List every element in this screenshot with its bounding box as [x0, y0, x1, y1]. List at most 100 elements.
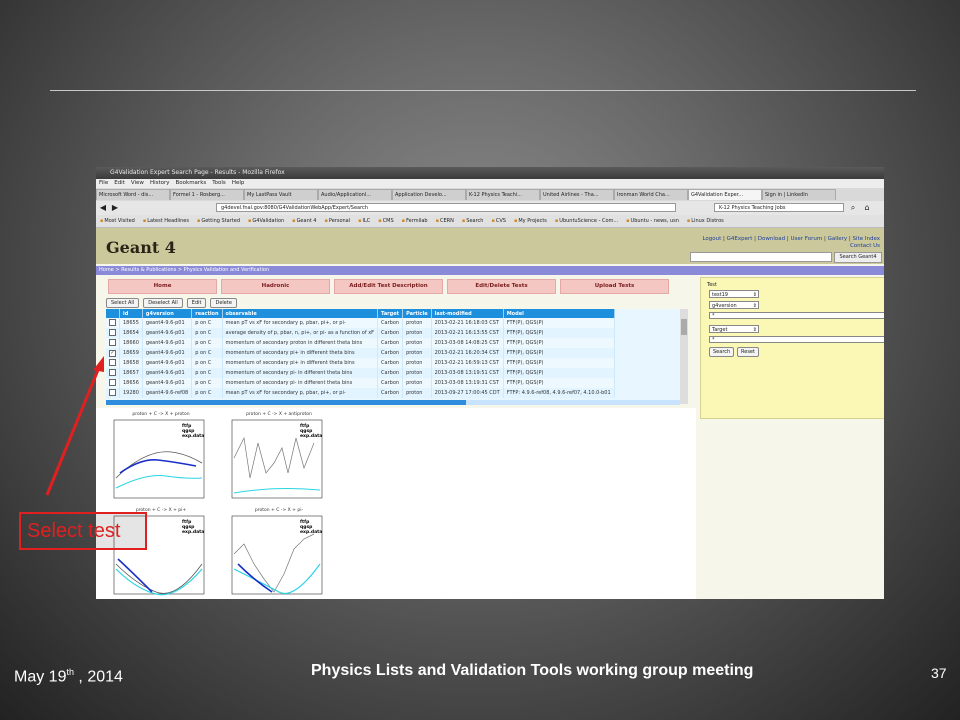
menu-item[interactable]: Help: [232, 180, 245, 186]
column-header[interactable]: last-modified: [431, 309, 504, 318]
breadcrumb[interactable]: Home > Results & Publications > Physics …: [96, 266, 884, 275]
vertical-scrollbar[interactable]: [680, 309, 688, 404]
menu-item[interactable]: File: [99, 180, 108, 186]
horizontal-scrollbar[interactable]: [106, 400, 680, 405]
bookmark-item[interactable]: Latest Headlines: [143, 218, 189, 224]
target-select[interactable]: Target: [709, 325, 759, 334]
bookmark-item[interactable]: ILC: [358, 218, 370, 224]
nav-button[interactable]: Add/Edit Test Description: [334, 279, 443, 294]
checkbox[interactable]: ✓: [109, 349, 116, 357]
browser-tab[interactable]: Sign in | LinkedIn: [762, 189, 836, 200]
top-link[interactable]: Download: [758, 236, 785, 242]
column-header[interactable]: Model: [503, 309, 615, 318]
checkbox[interactable]: [109, 338, 116, 346]
menu-item[interactable]: History: [150, 180, 170, 186]
field-select[interactable]: g4version: [709, 301, 759, 310]
row-checkbox[interactable]: ✓: [106, 348, 120, 358]
table-row[interactable]: 18657 geant4-9.6-p01 p on Cmomentum of sec…: [106, 368, 615, 378]
menu-item[interactable]: Bookmarks: [176, 180, 207, 186]
browser-tab[interactable]: Application Develo...: [392, 189, 466, 200]
bookmark-item[interactable]: Search: [462, 218, 484, 224]
nav-button[interactable]: Hadronic: [221, 279, 330, 294]
top-link[interactable]: G4Expert: [727, 236, 753, 242]
checkbox[interactable]: [109, 328, 116, 336]
bookmark-item[interactable]: UbuntuScience - Com...: [555, 218, 618, 224]
reset-button[interactable]: Reset: [737, 347, 759, 357]
site-search-input[interactable]: [690, 252, 832, 262]
bookmark-item[interactable]: G4Validation: [248, 218, 284, 224]
row-checkbox[interactable]: [106, 318, 120, 328]
forward-icon[interactable]: ▶: [110, 203, 120, 213]
bookmark-item[interactable]: Ubuntu - news, usn: [626, 218, 679, 224]
nav-button[interactable]: Upload Tests: [560, 279, 669, 294]
back-icon[interactable]: ◀: [98, 203, 108, 213]
target-input[interactable]: *: [709, 336, 884, 343]
column-header[interactable]: Target: [377, 309, 404, 318]
top-link[interactable]: User Forum: [791, 236, 823, 242]
bookmark-item[interactable]: Most Visited: [100, 218, 135, 224]
action-button[interactable]: Deselect All: [143, 298, 183, 308]
row-checkbox[interactable]: [106, 338, 120, 348]
browser-tab[interactable]: K-12 Physics Teachi...: [466, 189, 540, 200]
browser-tab[interactable]: G4Validation Exper...: [688, 189, 762, 200]
row-checkbox[interactable]: [106, 358, 120, 368]
menu-item[interactable]: View: [131, 180, 144, 186]
checkbox[interactable]: [109, 358, 116, 366]
action-button[interactable]: Edit: [186, 298, 207, 308]
bookmark-item[interactable]: Getting Started: [197, 218, 240, 224]
checkbox[interactable]: [109, 388, 116, 396]
menu-item[interactable]: Tools: [212, 180, 226, 186]
column-header[interactable]: reaction: [191, 309, 223, 318]
browser-tab[interactable]: Audio/Applicationl...: [318, 189, 392, 200]
checkbox[interactable]: [109, 318, 116, 326]
action-button[interactable]: Delete: [210, 298, 237, 308]
bookmark-item[interactable]: CERN: [436, 218, 454, 224]
column-header[interactable]: observable: [222, 309, 379, 318]
browser-tab[interactable]: United Airlines - Tha...: [540, 189, 614, 200]
bookmark-item[interactable]: Linux Distros: [687, 218, 724, 224]
test-select[interactable]: test19: [709, 290, 759, 299]
browser-search-input[interactable]: K-12 Physics Teaching Jobs: [714, 203, 844, 212]
browser-tab[interactable]: Microsoft Word - dis...: [96, 189, 170, 200]
row-checkbox[interactable]: [106, 388, 120, 398]
table-row[interactable]: 18654 geant4-9.6-p01 p on Caverage density…: [106, 328, 615, 338]
row-checkbox[interactable]: [106, 328, 120, 338]
table-row[interactable]: 18658 geant4-9.6-p01 p on Cmomentum of sec…: [106, 358, 615, 368]
url-bar[interactable]: g4devel.fnal.gov:8080/G4ValidationWebApp…: [216, 203, 676, 212]
top-link[interactable]: Logout: [702, 236, 721, 242]
search-geant4-button[interactable]: Search Geant4: [834, 252, 882, 263]
geant4-logo[interactable]: Geant 4: [106, 238, 176, 257]
menu-item[interactable]: Edit: [114, 180, 125, 186]
column-header[interactable]: Particle: [402, 309, 432, 318]
checkbox[interactable]: [109, 378, 116, 386]
table-row[interactable]: 18660 geant4-9.6-p01 p on Cmomentum of sec…: [106, 338, 615, 348]
browser-tab[interactable]: Ironman World Cha...: [614, 189, 688, 200]
search-button[interactable]: Search: [709, 347, 735, 357]
browser-tab[interactable]: My LastPass Vault: [244, 189, 318, 200]
bookmark-item[interactable]: Personal: [324, 218, 350, 224]
table-row[interactable]: 18656 geant4-9.6-p01 p on Cmomentum of sec…: [106, 378, 615, 388]
checkbox[interactable]: [109, 368, 116, 376]
column-header[interactable]: g4version: [142, 309, 193, 318]
top-link[interactable]: Gallery: [828, 236, 848, 242]
bookmark-item[interactable]: Fermilab: [402, 218, 428, 224]
bookmark-item[interactable]: My Projects: [514, 218, 547, 224]
column-header[interactable]: id: [119, 309, 143, 318]
home-icon[interactable]: ⌂: [862, 203, 872, 213]
nav-button[interactable]: Edit/Delete Tests: [447, 279, 556, 294]
field-input[interactable]: *: [709, 312, 884, 319]
action-button[interactable]: Select All: [106, 298, 140, 308]
column-header[interactable]: [106, 309, 120, 318]
browser-tab[interactable]: Formel 1 - Rosberg...: [170, 189, 244, 200]
row-checkbox[interactable]: [106, 368, 120, 378]
top-link[interactable]: Site Index: [853, 236, 880, 242]
table-row[interactable]: 19280 geant4-9.6-ref08 p on Cmean pT vs xF…: [106, 388, 615, 398]
table-row[interactable]: 18655 geant4-9.6-p01 p on Cmean pT vs xF f…: [106, 318, 615, 328]
bookmark-item[interactable]: CMS: [378, 218, 393, 224]
bookmark-item[interactable]: CVS: [491, 218, 505, 224]
row-checkbox[interactable]: [106, 378, 120, 388]
link-contact-us[interactable]: Contact Us: [702, 243, 880, 250]
bookmark-item[interactable]: Geant 4: [292, 218, 316, 224]
nav-button[interactable]: Home: [108, 279, 217, 294]
table-row[interactable]: ✓ 18659 geant4-9.6-p01 p on Cmomentum of se…: [106, 348, 615, 358]
